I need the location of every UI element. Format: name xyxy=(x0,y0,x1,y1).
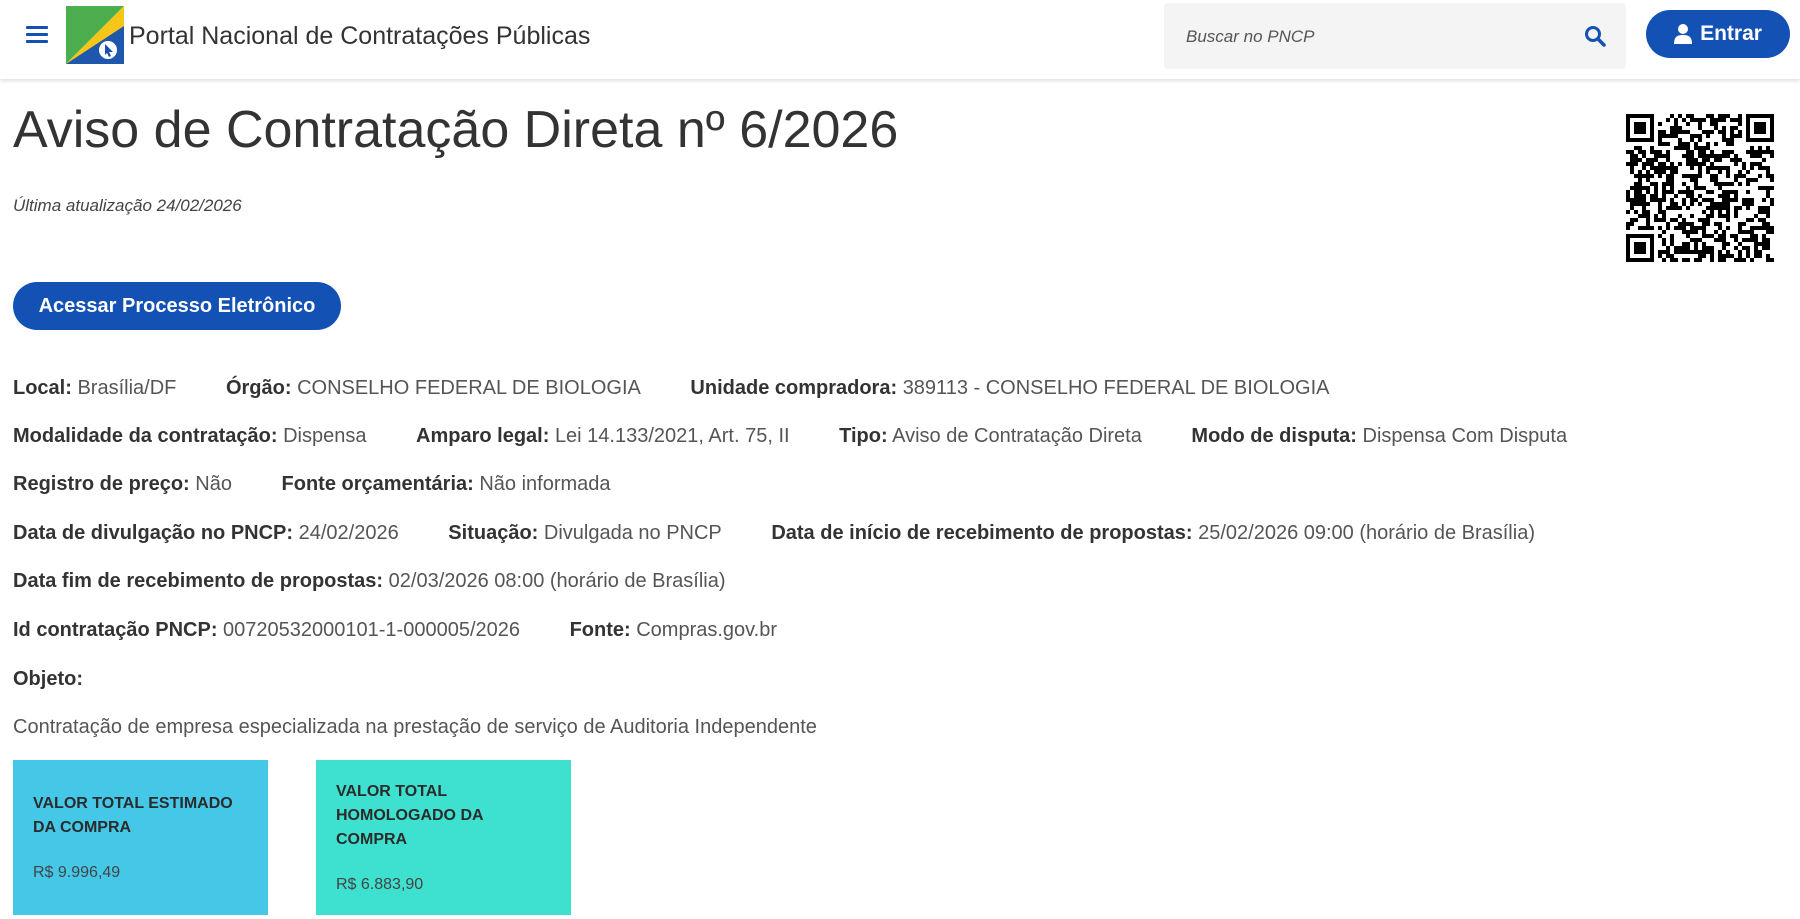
objeto-description: Contratação de empresa especializada na … xyxy=(13,716,817,738)
field-local: Local: Brasília/DF xyxy=(13,377,177,399)
details-row-2: Modalidade da contratação: Dispensa Ampa… xyxy=(13,425,1611,448)
card-valor-estimado-label: VALOR TOTAL ESTIMADO DA COMPRA xyxy=(33,795,233,836)
last-update-text: Última atualização 24/02/2026 xyxy=(13,196,242,215)
field-data-inicio: Data de início de recebimento de propost… xyxy=(771,522,1535,544)
login-button[interactable]: Entrar xyxy=(1646,10,1790,58)
details-row-5: Data fim de recebimento de propostas: 02… xyxy=(13,570,770,593)
top-navbar: Portal Nacional de Contratações Públicas… xyxy=(0,0,1800,79)
page-title: Aviso de Contratação Direta nº 6/2026 xyxy=(13,101,899,159)
field-modo-disputa: Modo de disputa: Dispensa Com Disputa xyxy=(1191,425,1568,447)
portal-logo[interactable] xyxy=(66,6,124,64)
field-tipo: Tipo: Aviso de Contratação Direta xyxy=(839,425,1142,447)
details-row-1: Local: Brasília/DF Órgão: CONSELHO FEDER… xyxy=(13,377,1374,400)
details-row-3: Registro de preço: Não Fonte orçamentári… xyxy=(13,473,655,496)
field-fonte: Fonte: Compras.gov.br xyxy=(569,619,778,641)
app-title[interactable]: Portal Nacional de Contratações Públicas xyxy=(129,22,590,51)
card-valor-estimado-value: R$ 9.996,49 xyxy=(33,864,121,881)
qr-code xyxy=(1626,114,1774,262)
access-process-button[interactable]: Acessar Processo Eletrônico xyxy=(13,282,341,330)
field-orgao: Órgão: CONSELHO FEDERAL DE BIOLOGIA xyxy=(225,377,641,399)
card-valor-estimado: VALOR TOTAL ESTIMADO DA COMPRA R$ 9.996,… xyxy=(13,760,268,915)
user-icon xyxy=(1674,24,1693,44)
objeto-label: Objeto: xyxy=(13,668,83,690)
field-data-fim: Data fim de recebimento de propostas: 02… xyxy=(13,570,726,592)
field-registro-preco: Registro de preço: Não xyxy=(13,473,232,495)
search-input[interactable] xyxy=(1184,21,1568,53)
search-icon[interactable] xyxy=(1584,25,1606,47)
field-fonte-orcamentaria: Fonte orçamentária: Não informada xyxy=(281,473,611,495)
field-unidade: Unidade compradora: 389113 - CONSELHO FE… xyxy=(690,377,1330,399)
hamburger-menu-icon[interactable] xyxy=(26,26,48,44)
field-situacao: Situação: Divulgada no PNCP xyxy=(448,522,722,544)
card-valor-homologado-label: VALOR TOTAL HOMOLOGADO DA COMPRA xyxy=(336,783,483,848)
search-box xyxy=(1164,3,1626,69)
field-id-pncp: Id contratação PNCP: 00720532000101-1-00… xyxy=(13,619,520,641)
card-valor-homologado-value: R$ 6.883,90 xyxy=(336,876,424,893)
field-modalidade: Modalidade da contratação: Dispensa xyxy=(13,425,367,447)
login-label: Entrar xyxy=(1700,22,1762,45)
card-valor-homologado: VALOR TOTAL HOMOLOGADO DA COMPRA R$ 6.88… xyxy=(316,760,571,915)
details-row-4: Data de divulgação no PNCP: 24/02/2026 S… xyxy=(13,522,1579,545)
field-amparo: Amparo legal: Lei 14.133/2021, Art. 75, … xyxy=(416,425,790,447)
field-data-divulgacao: Data de divulgação no PNCP: 24/02/2026 xyxy=(13,522,399,544)
details-row-6: Id contratação PNCP: 00720532000101-1-00… xyxy=(13,619,821,642)
